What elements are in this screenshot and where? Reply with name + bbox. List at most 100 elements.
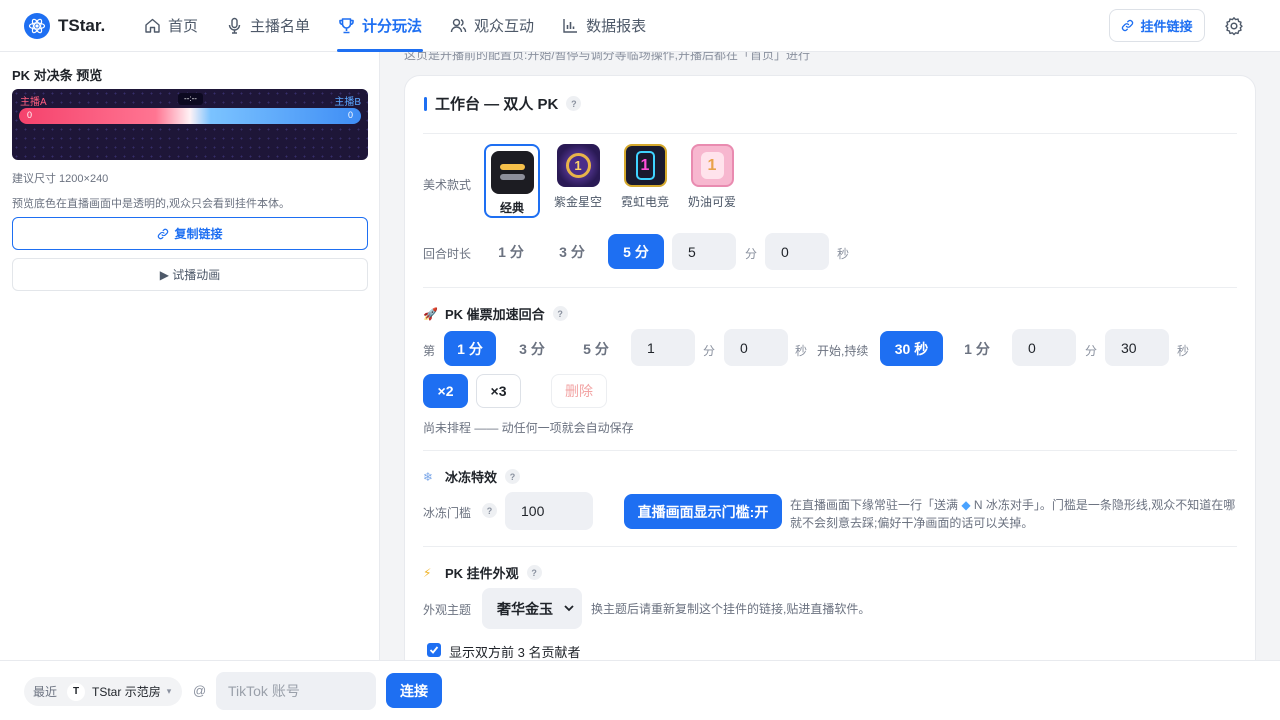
style-option-cream[interactable]: 1 奶油可爱 bbox=[684, 144, 740, 210]
boost-start-text: 开始,持续 bbox=[817, 344, 869, 358]
round-minutes-input[interactable]: 5 bbox=[672, 233, 736, 270]
rocket-icon: 🚀 bbox=[423, 306, 438, 321]
round-seconds-input[interactable]: 0 bbox=[765, 233, 829, 270]
widget-link-button[interactable]: 挂件链接 bbox=[1109, 9, 1205, 42]
copy-link-label: 复制链接 bbox=[174, 227, 223, 241]
dropdown-dot-icon: ▾ bbox=[166, 686, 172, 696]
nav-tab-streamers[interactable]: 主播名单 bbox=[217, 0, 319, 52]
multiplier-x3[interactable]: ×3 bbox=[476, 374, 521, 408]
size-hint: 建议尺寸 1200×240 bbox=[12, 173, 109, 185]
pk-timer: --:-- bbox=[178, 93, 203, 105]
recent-room-name: TStar 示范房 bbox=[92, 685, 161, 699]
nav-tab-home[interactable]: 首页 bbox=[135, 0, 207, 52]
round-option-5min[interactable]: 5 分 bbox=[608, 234, 664, 269]
check-icon bbox=[429, 646, 439, 654]
recent-label: 最近 bbox=[33, 685, 58, 699]
bar-chart-icon bbox=[563, 19, 578, 33]
help-icon[interactable]: ? bbox=[566, 96, 582, 111]
diamond-icon: ◆ bbox=[961, 498, 971, 512]
trophy-icon bbox=[339, 18, 354, 34]
boost-at-1min[interactable]: 1 分 bbox=[444, 331, 496, 366]
show-top3-checkbox[interactable] bbox=[427, 643, 441, 657]
test-animation-label: ▶ 试播动画 bbox=[159, 268, 221, 282]
theme-select[interactable]: 奢华金玉 bbox=[482, 588, 582, 629]
chevron-down-icon bbox=[564, 605, 574, 612]
home-icon bbox=[145, 18, 160, 33]
top-navigation-bar: TStar. 首页 主播名单 计分玩法 观众互动 数据报表 挂件链接 bbox=[0, 0, 1280, 52]
boost-prefix: 第 bbox=[423, 344, 436, 358]
help-icon[interactable]: ? bbox=[505, 469, 521, 484]
round-option-3min[interactable]: 3 分 bbox=[548, 234, 596, 269]
microphone-icon bbox=[228, 17, 241, 34]
link-icon bbox=[158, 228, 169, 239]
round-label: 回合时长 bbox=[423, 247, 472, 261]
lightning-icon: ⚡ bbox=[423, 565, 432, 580]
help-icon[interactable]: ? bbox=[526, 565, 542, 580]
style-option-neon[interactable]: 1 霓虹电竞 bbox=[617, 144, 673, 210]
brand-logo[interactable]: TStar. bbox=[24, 12, 132, 39]
multiplier-x2[interactable]: ×2 bbox=[423, 374, 468, 408]
workbench-title: 工作台 — 双人 PK ? bbox=[424, 93, 582, 114]
help-icon[interactable]: ? bbox=[552, 306, 568, 321]
recent-room-selector[interactable]: 最近 T TStar 示范房 ▾ bbox=[24, 677, 182, 706]
brand-name: TStar. bbox=[58, 15, 106, 35]
connection-bar: 最近 T TStar 示范房 ▾ @ TikTok 账号 连接 bbox=[0, 660, 1280, 720]
boost-duration-seconds-input[interactable]: 30 bbox=[1105, 329, 1169, 366]
round-option-1min[interactable]: 1 分 bbox=[487, 234, 535, 269]
at-symbol: @ bbox=[193, 683, 207, 698]
show-threshold-toggle[interactable]: 直播画面显示门槛:开 bbox=[624, 494, 782, 529]
style-option-classic[interactable]: 经典 bbox=[484, 144, 540, 216]
cream-style-icon: 1 bbox=[690, 144, 734, 187]
boost-at-seconds-input[interactable]: 0 bbox=[724, 329, 788, 366]
nav-label-reports: 数据报表 bbox=[586, 18, 647, 35]
boost-at-5min[interactable]: 5 分 bbox=[572, 331, 620, 366]
atom-logo-icon bbox=[24, 12, 50, 39]
classic-style-icon bbox=[490, 151, 534, 194]
host-a-label: 主播A bbox=[20, 97, 47, 108]
transparent-hint: 预览底色在直播画面中是透明的,观众只会看到挂件本体。 bbox=[12, 198, 291, 210]
workbench-card: 工作台 — 双人 PK ? 美术款式 经典 1 紫金星空 1 霓虹电竞 1 奶油… bbox=[404, 75, 1256, 675]
gear-icon[interactable] bbox=[1224, 16, 1244, 36]
boost-at-minutes-input[interactable]: 1 bbox=[631, 329, 695, 366]
pk-score-bar: 0 0 bbox=[19, 108, 361, 124]
freeze-threshold-input[interactable]: 100 bbox=[505, 492, 593, 530]
nav-tab-scoring[interactable]: 计分玩法 bbox=[329, 0, 431, 52]
connect-button[interactable]: 连接 bbox=[386, 673, 442, 708]
freeze-threshold-label: 冰冻门槛 bbox=[423, 506, 472, 520]
purple-gold-style-icon: 1 bbox=[556, 144, 600, 187]
boost-duration-30s[interactable]: 30 秒 bbox=[880, 331, 943, 366]
nav-label-home: 首页 bbox=[168, 18, 199, 35]
score-b: 0 bbox=[347, 110, 353, 120]
style-option-purple-gold[interactable]: 1 紫金星空 bbox=[550, 144, 606, 210]
pk-bar-preview: 主播A --:-- 主播B 0 0 bbox=[12, 89, 368, 160]
help-icon[interactable]: ? bbox=[482, 503, 497, 518]
nav-tab-audience[interactable]: 观众互动 bbox=[441, 0, 543, 52]
preview-panel: PK 对决条 预览 主播A --:-- 主播B 0 0 建议尺寸 1200×24… bbox=[0, 52, 380, 660]
boost-section-title: 🚀 PK 催票加速回合 ? bbox=[423, 304, 568, 323]
show-top3-label: 显示双方前 3 名贡献者 bbox=[449, 645, 581, 660]
copy-link-button[interactable]: 复制链接 bbox=[12, 217, 368, 250]
boost-duration-1min[interactable]: 1 分 bbox=[953, 331, 1001, 366]
nav-label-streamers: 主播名单 bbox=[250, 18, 311, 35]
avatar: T bbox=[67, 682, 86, 701]
tiktok-account-input[interactable]: TikTok 账号 bbox=[216, 672, 376, 710]
boost-duration-minutes-input[interactable]: 0 bbox=[1012, 329, 1076, 366]
theme-label: 外观主题 bbox=[423, 603, 472, 617]
nav-label-audience: 观众互动 bbox=[474, 18, 535, 35]
neon-style-icon: 1 bbox=[623, 144, 667, 187]
freeze-description: 在直播画面下缘常驻一行「送满 ◆ N 冰冻对手」。门槛是一条隐形线,观众不知道在… bbox=[790, 498, 1236, 530]
freeze-section-title: ❄ 冰冻特效 ? bbox=[423, 467, 521, 486]
nav-tab-reports[interactable]: 数据报表 bbox=[553, 0, 655, 52]
theme-hint: 换主题后请重新复制这个挂件的链接,贴进直播软件。 bbox=[591, 602, 871, 616]
snowflake-icon: ❄ bbox=[423, 469, 434, 484]
test-animation-button[interactable]: ▶ 试播动画 bbox=[12, 258, 368, 291]
preview-title: PK 对决条 预览 bbox=[12, 68, 103, 83]
boost-at-3min[interactable]: 3 分 bbox=[508, 331, 556, 366]
appearance-section-title: ⚡ PK 挂件外观 ? bbox=[423, 563, 542, 582]
boost-status: 尚未排程 —— 动任何一项就会自动保存 bbox=[423, 421, 634, 435]
style-label: 美术款式 bbox=[423, 178, 472, 192]
main-nav: 首页 主播名单 计分玩法 观众互动 数据报表 bbox=[135, 0, 665, 52]
users-icon bbox=[450, 18, 467, 33]
nav-label-scoring: 计分玩法 bbox=[362, 18, 423, 35]
delete-boost-button[interactable]: 删除 bbox=[551, 374, 607, 408]
